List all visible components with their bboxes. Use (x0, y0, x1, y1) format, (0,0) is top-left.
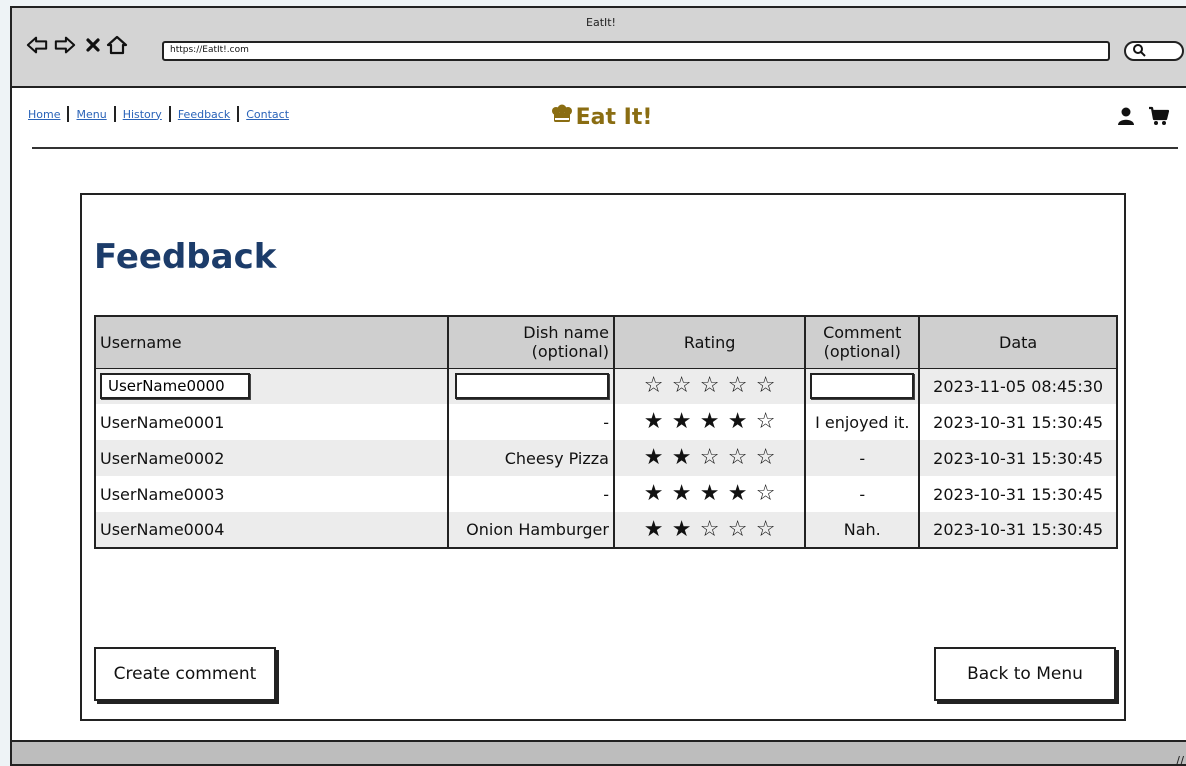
star-filled-icon: ★ (727, 481, 748, 506)
column-header-dish-line1: Dish name (523, 323, 609, 343)
rating-stars-input[interactable]: ☆ ☆ ☆ ☆ ☆ (642, 375, 778, 397)
browser-window: EatIt! https://EatIt!.com Home Menu Hist… (10, 6, 1186, 766)
search-button[interactable] (1124, 41, 1184, 61)
date-cell: 2023-10-31 15:30:45 (919, 512, 1117, 548)
rating-cell: ★ ★ ☆ ☆ ☆ (613, 512, 807, 548)
column-header-username: Username (95, 316, 449, 369)
browser-titlebar: EatIt! https://EatIt!.com (12, 8, 1186, 88)
date-cell: 2023-10-31 15:30:45 (919, 440, 1117, 476)
star-empty-icon[interactable]: ☆ (698, 375, 722, 397)
star-empty-icon[interactable]: ☆ (754, 375, 778, 397)
username-input[interactable] (100, 373, 250, 400)
rating-cell: ★ ★ ☆ ☆ ☆ (613, 440, 807, 476)
close-icon[interactable] (82, 34, 104, 56)
rating-stars: ★ ★ ★ ★ ☆ (642, 411, 778, 433)
star-empty-icon: ☆ (755, 445, 776, 470)
star-filled-icon: ★ (643, 409, 664, 434)
column-header-dish-line2: (optional) (531, 342, 609, 362)
rating-cell: ★ ★ ★ ★ ☆ (613, 404, 807, 440)
home-icon[interactable] (106, 34, 128, 56)
table-header-row: Username Dish name (optional) Rating Com… (95, 316, 1117, 369)
back-to-menu-button[interactable]: Back to Menu (934, 647, 1116, 701)
star-empty-icon: ☆ (699, 516, 720, 542)
username-cell (95, 368, 449, 404)
page-title: Feedback (94, 237, 277, 277)
dish-cell: Onion Hamburger (448, 512, 615, 548)
browser-statusbar: // (12, 740, 1186, 764)
comment-cell: Nah. (805, 512, 921, 548)
star-empty-icon: ☆ (727, 445, 748, 470)
chef-logo-icon (550, 104, 574, 130)
arrow-right-icon[interactable] (54, 34, 76, 56)
star-empty-icon: ☆ (755, 516, 776, 542)
comment-cell: - (805, 440, 921, 476)
cart-icon[interactable] (1148, 106, 1170, 130)
column-header-date: Data (919, 316, 1117, 369)
rating-stars: ★ ★ ★ ★ ☆ (642, 483, 778, 505)
comment-cell: I enjoyed it. (805, 404, 921, 440)
arrow-left-icon[interactable] (26, 34, 48, 56)
window-title: EatIt! (586, 16, 616, 29)
star-filled-icon: ★ (727, 409, 748, 434)
star-filled-icon: ★ (643, 516, 664, 542)
site-logo[interactable]: Eat It! (12, 104, 1186, 130)
table-row: UserName0004 Onion Hamburger ★ ★ ☆ ☆ ☆ Nah. … (95, 512, 1117, 548)
user-icon[interactable] (1116, 106, 1136, 130)
star-filled-icon: ★ (643, 445, 664, 470)
resize-grip-icon[interactable]: // (1176, 754, 1184, 764)
column-header-rating: Rating (613, 316, 807, 369)
star-empty-icon: ☆ (699, 445, 720, 470)
star-empty-icon: ☆ (755, 409, 776, 434)
star-filled-icon: ★ (671, 409, 692, 434)
star-empty-icon[interactable]: ☆ (670, 375, 694, 397)
comment-cell: - (805, 476, 921, 512)
dish-cell: Cheesy Pizza (448, 440, 615, 476)
table-row: UserName0002 Cheesy Pizza ★ ★ ☆ ☆ ☆ - 2023-1… (95, 440, 1117, 476)
column-header-comment-line2: (optional) (823, 342, 901, 362)
comment-input[interactable] (810, 373, 915, 400)
star-filled-icon: ★ (643, 481, 664, 506)
rating-cell: ★ ★ ★ ★ ☆ (613, 476, 807, 512)
header-divider (32, 147, 1178, 149)
feedback-table: Username Dish name (optional) Rating Com… (94, 315, 1118, 549)
star-filled-icon: ★ (699, 481, 720, 506)
new-feedback-row: ☆☆☆☆☆ 2023-11-05 08:45:30 (95, 368, 1117, 404)
dish-name-input[interactable] (454, 373, 609, 400)
username-cell: UserName0001 (95, 404, 449, 440)
star-empty-icon[interactable]: ☆ (726, 375, 750, 397)
date-cell: 2023-10-31 15:30:45 (919, 476, 1117, 512)
rating-stars: ★ ★ ☆ ☆ ☆ (642, 447, 778, 469)
address-bar[interactable]: https://EatIt!.com (162, 41, 1110, 61)
column-header-comment-line1: Comment (823, 323, 902, 343)
rating-cell: ☆ ☆ ☆ ☆ ☆ (613, 368, 807, 404)
date-cell: 2023-11-05 08:45:30 (919, 368, 1117, 404)
rating-stars: ★ ★ ☆ ☆ ☆ (642, 516, 778, 542)
header-actions (1116, 106, 1170, 130)
column-header-dish: Dish name (optional) (448, 316, 615, 369)
star-filled-icon: ★ (671, 481, 692, 506)
star-empty-icon: ☆ (727, 516, 748, 542)
star-filled-icon: ★ (699, 409, 720, 434)
feedback-panel: Feedback Username Dish name (optional) R… (80, 193, 1126, 721)
comment-cell (805, 368, 921, 404)
column-header-comment: Comment (optional) (805, 316, 921, 369)
username-cell: UserName0004 (95, 512, 449, 548)
star-empty-icon: ☆ (755, 481, 776, 506)
dish-cell (448, 368, 615, 404)
dish-cell: - (448, 404, 615, 440)
username-cell: UserName0003 (95, 476, 449, 512)
table-row: UserName0001 - ★ ★ ★ ★ ☆ I enjoyed it. 2023-… (95, 404, 1117, 440)
table-row: UserName0003 - ★ ★ ★ ★ ☆ - 2023-10-31 15:30:… (95, 476, 1117, 512)
search-icon (1132, 42, 1146, 61)
dish-cell: - (448, 476, 615, 512)
date-cell: 2023-10-31 15:30:45 (919, 404, 1117, 440)
username-cell: UserName0002 (95, 440, 449, 476)
star-filled-icon: ★ (671, 516, 692, 542)
star-filled-icon: ★ (671, 445, 692, 470)
create-comment-button[interactable]: Create comment (94, 647, 276, 701)
logo-text: Eat It! (575, 104, 653, 130)
star-empty-icon[interactable]: ☆ (642, 375, 666, 397)
